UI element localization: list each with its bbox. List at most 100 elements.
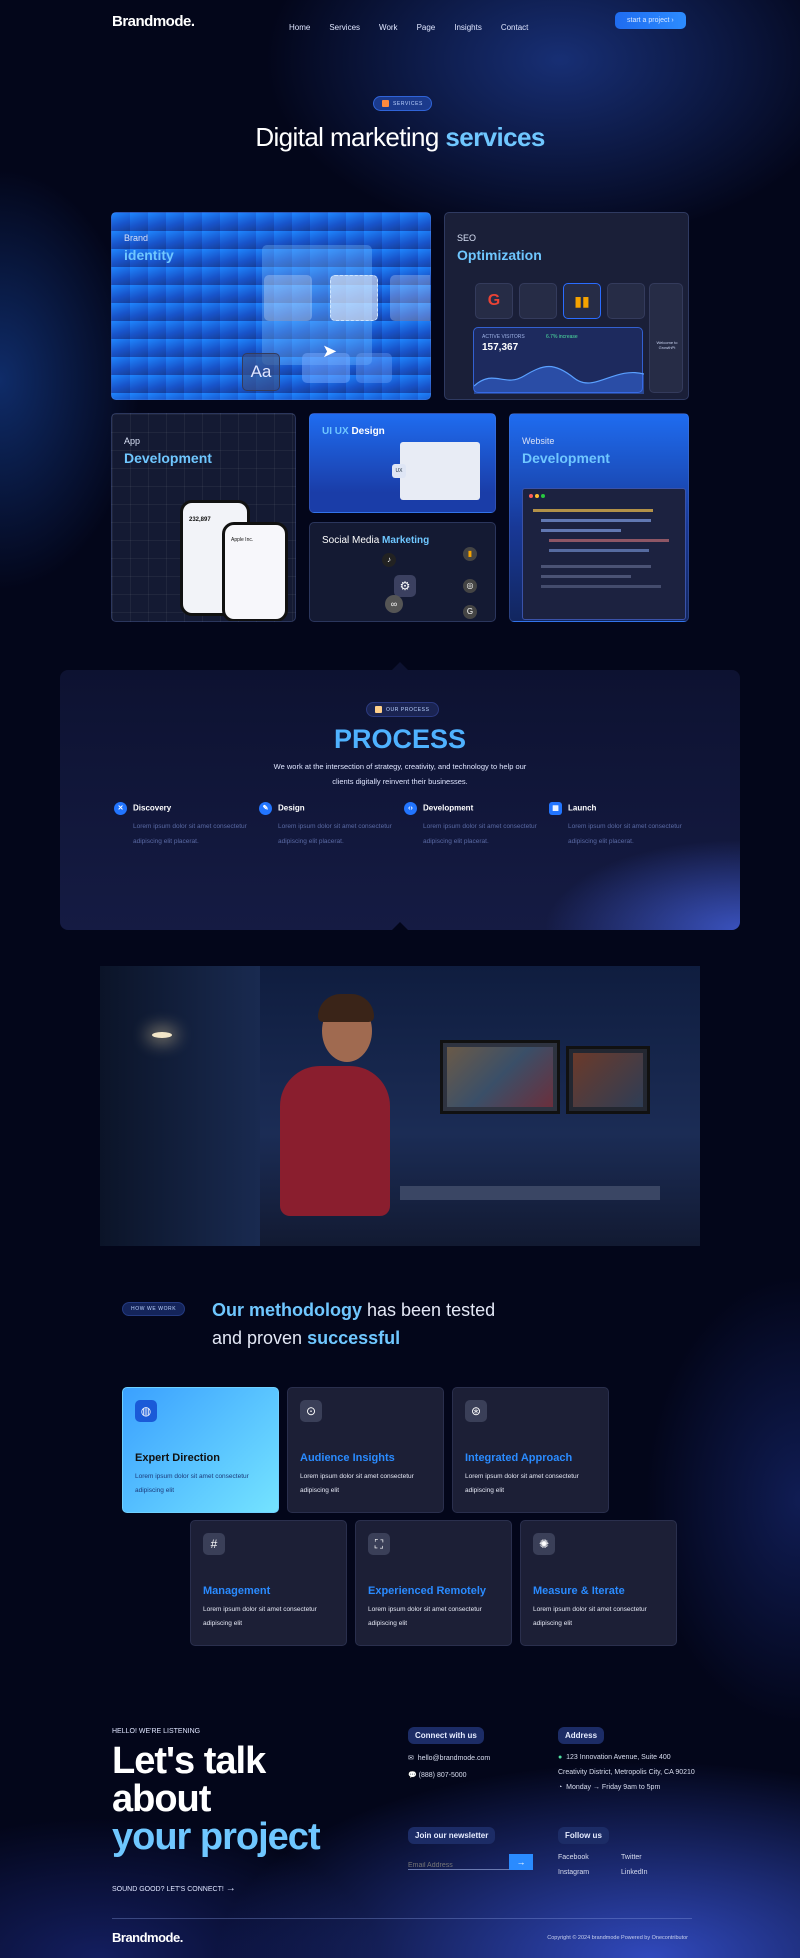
code-editor bbox=[522, 488, 686, 620]
method-card-title: Integrated Approach bbox=[465, 1452, 573, 1464]
side-panel: Welcome to GrowthPt bbox=[649, 283, 683, 393]
card-social-title: Social Media Marketing bbox=[322, 535, 429, 546]
services-badge: SERVICES bbox=[373, 96, 432, 111]
process-desc-1: We work at the intersection of strategy,… bbox=[273, 762, 527, 771]
hash-icon: # bbox=[203, 1533, 225, 1555]
heading-line-1: Let's talk bbox=[112, 1740, 266, 1782]
twitter-link[interactable]: Twitter bbox=[621, 1854, 642, 1861]
address-line-1: 123 Innovation Avenue, Suite 400 bbox=[566, 1754, 671, 1761]
method-card-audience-insights[interactable]: ⊙ Audience Insights Lorem ipsum dolor si… bbox=[287, 1387, 444, 1513]
phone-row[interactable]: 💬 (888) 807-5000 bbox=[408, 1771, 490, 1779]
instagram-icon: ◎ bbox=[463, 579, 477, 593]
step-desc-2: adipiscing elit placerat. bbox=[278, 838, 344, 845]
address-section: Address ● 123 Innovation Avenue, Suite 4… bbox=[558, 1725, 695, 1791]
frame-icon: ⛶ bbox=[368, 1533, 390, 1555]
address-label: Address bbox=[558, 1727, 605, 1744]
follow-label: Follow us bbox=[558, 1827, 609, 1844]
method-card-management[interactable]: # Management Lorem ipsum dolor sit amet … bbox=[190, 1520, 347, 1646]
clock-icon: ◔ bbox=[558, 1784, 563, 1791]
card-uiux-design[interactable]: UI UX Design UX bbox=[309, 413, 496, 513]
visitors-widget: ACTIVE VISITORS 157,367 6.7% increase bbox=[473, 327, 644, 394]
nav-insights[interactable]: Insights bbox=[454, 23, 482, 32]
placeholder-tile-2 bbox=[607, 283, 645, 319]
nav-page[interactable]: Page bbox=[417, 23, 436, 32]
visitors-value: 157,367 bbox=[482, 342, 519, 353]
connect-section: Connect with us ✉ hello@brandmode.com 💬 … bbox=[408, 1725, 490, 1779]
facebook-link[interactable]: Facebook bbox=[558, 1854, 621, 1861]
method-card-integrated-approach[interactable]: ⊛ Integrated Approach Lorem ipsum dolor … bbox=[452, 1387, 609, 1513]
connect-link[interactable]: SOUND GOOD? LET'S CONNECT! → bbox=[112, 1883, 236, 1894]
instagram-link[interactable]: Instagram bbox=[558, 1869, 621, 1876]
wireframe-window bbox=[400, 442, 480, 500]
method-card-desc: Lorem ipsum dolor sit amet consectetur ad… bbox=[203, 1606, 317, 1627]
tile-selected bbox=[330, 275, 378, 321]
card-brand-t1: Brand bbox=[124, 233, 149, 243]
tile-right bbox=[390, 275, 430, 321]
newsletter-label: Join our newsletter bbox=[408, 1827, 496, 1844]
visitors-sparkline bbox=[474, 365, 644, 394]
image-tile-2 bbox=[356, 353, 392, 383]
nav-work[interactable]: Work bbox=[379, 23, 398, 32]
page-title: Digital marketing services bbox=[0, 122, 800, 153]
phone-link[interactable]: (888) 807-5000 bbox=[419, 1772, 467, 1779]
contact-heading: Let's talk about your project bbox=[112, 1740, 321, 1856]
step-desc-2: adipiscing elit placerat. bbox=[133, 838, 199, 845]
nav-contact[interactable]: Contact bbox=[501, 23, 529, 32]
address-line-2: Creativity District, Metropolis City, CA… bbox=[558, 1769, 695, 1776]
target-icon: ⊙ bbox=[300, 1400, 322, 1422]
nav-services[interactable]: Services bbox=[329, 23, 360, 32]
card-brand-identity[interactable]: Brand identity Aa ➤ bbox=[111, 212, 431, 400]
contact-eyebrow: HELLO! WE'RE LISTENING bbox=[112, 1728, 201, 1735]
lamp-light bbox=[152, 1032, 172, 1038]
circles-icon: ⊛ bbox=[465, 1400, 487, 1422]
card-website-development[interactable]: Website Development bbox=[509, 413, 689, 622]
analytics-small-icon: ▮ bbox=[463, 547, 477, 561]
newsletter-submit-button[interactable]: → bbox=[509, 1854, 533, 1870]
hours-row: ◔ Monday → Friday 9am to 5pm bbox=[558, 1784, 695, 1791]
phone-title: Apple Inc. bbox=[231, 537, 254, 543]
card-uiux-title: UI UX Design bbox=[322, 426, 385, 437]
side-panel-label: Welcome to GrowthPt bbox=[656, 340, 678, 350]
methodology-heading: Our methodology has been tested and prov… bbox=[212, 1296, 495, 1352]
card-seo-t2: Optimization bbox=[457, 247, 542, 263]
newsletter-email-input[interactable] bbox=[408, 1857, 508, 1874]
card-brand-t2: identity bbox=[124, 247, 174, 263]
hours-text: Monday → Friday 9am to 5pm bbox=[566, 1784, 661, 1791]
process-badge: OUR PROCESS bbox=[366, 702, 439, 717]
method-card-desc: Lorem ipsum dolor sit amet consectetur ad… bbox=[465, 1473, 579, 1494]
process-title: PROCESS bbox=[333, 724, 467, 754]
services-badge-label: SERVICES bbox=[393, 100, 423, 107]
placeholder-tile bbox=[519, 283, 557, 319]
monitor-screen-2 bbox=[573, 1053, 643, 1107]
start-project-button[interactable]: start a project › bbox=[615, 12, 686, 29]
method-card-expert-direction[interactable]: ◍ Expert Direction Lorem ipsum dolor sit… bbox=[122, 1387, 279, 1513]
font-sample-tile: Aa bbox=[242, 353, 280, 391]
card-app-development[interactable]: App Development 232,897 Apple Inc. bbox=[111, 413, 296, 622]
how-we-work-label: HOW WE WORK bbox=[131, 1306, 177, 1312]
step-launch: ▦ Launch Lorem ipsum dolor sit amet conse… bbox=[549, 802, 682, 849]
phone-value: 232,897 bbox=[189, 517, 211, 523]
email-link[interactable]: hello@brandmode.com bbox=[418, 1755, 490, 1762]
code-line bbox=[541, 519, 651, 522]
code-line bbox=[533, 509, 653, 512]
logo[interactable]: Brandmode. bbox=[112, 13, 195, 30]
tile-left bbox=[264, 275, 312, 321]
step-desc-1: Lorem ipsum dolor sit amet consectetur bbox=[568, 823, 682, 830]
meta-icon: ∞ bbox=[385, 595, 403, 613]
step-desc-1: Lorem ipsum dolor sit amet consectetur bbox=[278, 823, 392, 830]
footer-logo[interactable]: Brandmode. bbox=[112, 1930, 183, 1945]
linkedin-link[interactable]: LinkedIn bbox=[621, 1869, 647, 1876]
uiux-t1: UI UX bbox=[322, 426, 349, 437]
card-social-media[interactable]: Social Media Marketing ⚙ ♪ ▮ ◎ ∞ G bbox=[309, 522, 496, 622]
method-card-experienced-remotely[interactable]: ⛶ Experienced Remotely Lorem ipsum dolor… bbox=[355, 1520, 512, 1646]
process-badge-label: OUR PROCESS bbox=[386, 706, 430, 713]
method-card-title: Experienced Remotely bbox=[368, 1585, 486, 1597]
google-icon: G bbox=[475, 283, 513, 319]
method-card-measure-iterate[interactable]: ✺ Measure & Iterate Lorem ipsum dolor si… bbox=[520, 1520, 677, 1646]
card-web-t2: Development bbox=[522, 450, 610, 466]
card-seo[interactable]: SEO Optimization G ▮▮ ACTIVE VISITORS 15… bbox=[444, 212, 689, 400]
heading-plain-2: and proven bbox=[212, 1328, 308, 1348]
nav-home[interactable]: Home bbox=[289, 23, 310, 32]
email-row[interactable]: ✉ hello@brandmode.com bbox=[408, 1754, 490, 1762]
step-development: ‹› Development Lorem ipsum dolor sit amet… bbox=[404, 802, 537, 849]
